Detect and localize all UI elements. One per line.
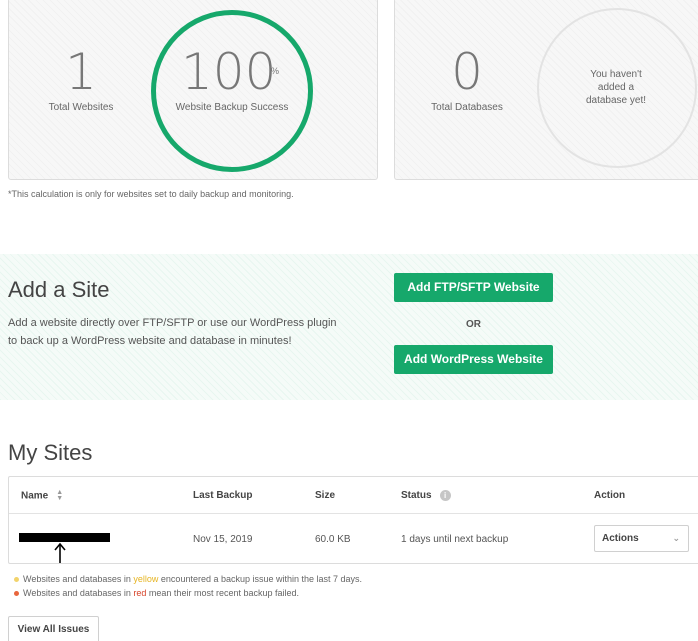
actions-dropdown[interactable]: Actions ⌄ bbox=[594, 525, 689, 552]
legend-red-before: Websites and databases in bbox=[23, 588, 134, 598]
calculation-note: *This calculation is only for websites s… bbox=[8, 189, 294, 199]
total-websites-label: Total Websites bbox=[48, 102, 114, 113]
redacted-site-name[interactable] bbox=[19, 533, 110, 542]
add-site-section: Add a Site Add a website directly over F… bbox=[0, 254, 698, 400]
backup-success-value: 100 bbox=[181, 43, 277, 101]
legend-red-after: mean their most recent backup failed. bbox=[146, 588, 299, 598]
chevron-down-icon: ⌄ bbox=[672, 533, 680, 543]
total-databases-label: Total Databases bbox=[431, 102, 503, 113]
backup-stats-panel: 1 Total Websites 100 % Website Backup Su… bbox=[8, 0, 378, 180]
database-stats-panel: 0 Total Databases You haven't added a da… bbox=[394, 0, 698, 180]
status-value: 1 days until next backup bbox=[401, 534, 509, 545]
sort-icon[interactable]: ▲ ▼ bbox=[56, 489, 63, 502]
legend-yellow: Websites and databases in yellow encount… bbox=[14, 574, 362, 584]
legend-yellow-word: yellow bbox=[133, 574, 159, 584]
legend-red-word: red bbox=[133, 588, 147, 598]
no-database-message: You haven't added a database yet! bbox=[585, 69, 647, 106]
legend-red: Websites and databases in red mean their… bbox=[14, 588, 299, 598]
yellow-dot-icon bbox=[14, 577, 19, 583]
column-header-name[interactable]: Name ▲ ▼ bbox=[21, 489, 63, 502]
add-ftp-website-button[interactable]: Add FTP/SFTP Website bbox=[394, 273, 553, 302]
add-site-description: Add a website directly over FTP/SFTP or … bbox=[8, 317, 337, 347]
red-dot-icon bbox=[14, 591, 19, 597]
size-value: 60.0 KB bbox=[315, 534, 351, 545]
actions-dropdown-label: Actions bbox=[602, 533, 639, 544]
legend-yellow-before: Websites and databases in bbox=[23, 574, 134, 584]
or-separator: OR bbox=[466, 319, 481, 330]
sites-table: Name ▲ ▼ Last Backup Size Status i Action N… bbox=[8, 476, 698, 564]
info-icon[interactable]: i bbox=[439, 490, 451, 501]
legend-yellow-after: encountered a backup issue within the la… bbox=[158, 574, 363, 584]
view-all-issues-button[interactable]: View All Issues bbox=[8, 616, 99, 641]
column-status-label: Status bbox=[401, 490, 432, 502]
arrow-up-icon bbox=[54, 542, 66, 563]
backup-success-label: Website Backup Success bbox=[175, 102, 289, 113]
table-header-divider bbox=[9, 513, 698, 514]
add-site-title: Add a Site bbox=[8, 277, 110, 302]
column-header-last-backup: Last Backup bbox=[193, 490, 253, 501]
my-sites-title: My Sites bbox=[8, 440, 93, 465]
total-websites-count: 1 bbox=[65, 43, 97, 101]
column-header-action: Action bbox=[594, 490, 626, 501]
add-wordpress-website-button[interactable]: Add WordPress Website bbox=[394, 345, 553, 374]
column-header-size: Size bbox=[315, 490, 336, 501]
column-header-status: Status i bbox=[401, 490, 451, 501]
last-backup-value: Nov 15, 2019 bbox=[193, 534, 253, 545]
column-name-label: Name bbox=[21, 490, 49, 502]
backup-success-unit: % bbox=[271, 66, 280, 76]
total-databases-count: 0 bbox=[451, 43, 483, 101]
